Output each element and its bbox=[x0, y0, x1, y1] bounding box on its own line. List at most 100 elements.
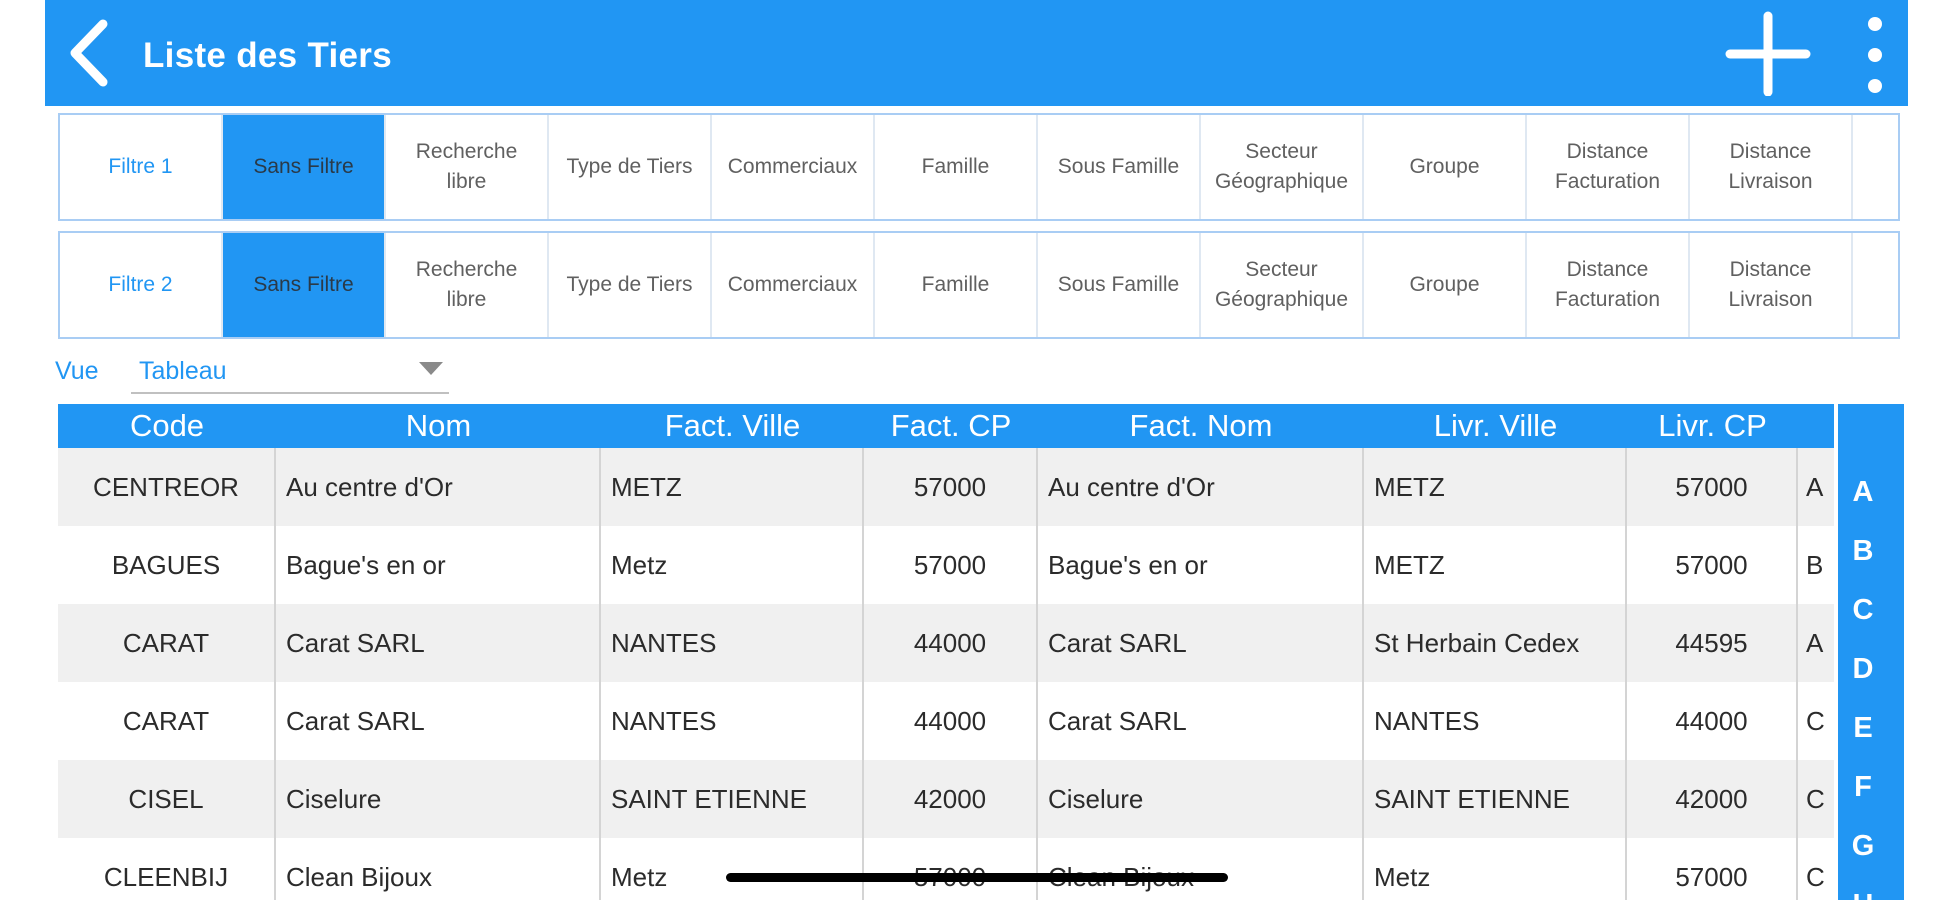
index-letter[interactable]: C bbox=[1838, 594, 1888, 627]
filter-option[interactable]: C Cl bbox=[1853, 233, 1898, 337]
table-cell: Au centre d'Or bbox=[276, 448, 601, 526]
filter-option[interactable]: Secteur Géographique bbox=[1201, 115, 1364, 219]
filter-option[interactable]: Distance Facturation bbox=[1527, 115, 1690, 219]
column-header[interactable]: Fact. Ville bbox=[601, 404, 864, 448]
table-cell: CLEENBIJ bbox=[58, 838, 276, 900]
table-cell: Carat SARL bbox=[276, 682, 601, 760]
index-letter[interactable]: E bbox=[1838, 712, 1888, 745]
index-letter[interactable]: B bbox=[1838, 535, 1888, 568]
filter-option[interactable]: Recherche libre bbox=[386, 233, 549, 337]
column-header[interactable]: Livr. CP bbox=[1627, 404, 1798, 448]
filter-option[interactable]: Type de Tiers bbox=[549, 115, 712, 219]
table-cell: 44000 bbox=[1627, 682, 1798, 760]
table-row[interactable]: CISEL Ciselure SAINT ETIENNE 42000 Ciselure S… bbox=[58, 760, 1834, 838]
table-cell: 57000 bbox=[864, 448, 1038, 526]
add-tier-button[interactable] bbox=[1725, 10, 1811, 97]
table-cell: CARAT bbox=[58, 604, 276, 682]
filter-option[interactable]: Distance Facturation bbox=[1527, 233, 1690, 337]
filter-option[interactable]: Recherche libre bbox=[386, 115, 549, 219]
table-cell: Clean Bijoux bbox=[276, 838, 601, 900]
table-cell: 57000 bbox=[1627, 448, 1798, 526]
table-cell: A bbox=[1806, 471, 1824, 502]
table-cell: C bbox=[1806, 705, 1825, 736]
table-cell: Carat SARL bbox=[1038, 682, 1364, 760]
column-header[interactable]: Nom bbox=[276, 404, 601, 448]
chevron-left-icon bbox=[70, 19, 108, 87]
filter-option[interactable]: Sans Filtre bbox=[223, 233, 386, 337]
table-row[interactable]: CENTREOR Au centre d'Or METZ 57000 Au centre… bbox=[58, 448, 1834, 526]
plus-icon bbox=[1725, 11, 1811, 97]
filter-option[interactable]: Sans Filtre bbox=[223, 115, 386, 219]
filter-row-2: Filtre 2 Sans Filtre Recherche libre Type d… bbox=[58, 231, 1900, 339]
table-cell: BAGUES bbox=[58, 526, 276, 604]
table-cell: 44595 bbox=[1627, 604, 1798, 682]
more-menu-button[interactable] bbox=[1855, 10, 1895, 96]
more-vertical-icon bbox=[1868, 17, 1882, 93]
table-cell: CISEL bbox=[58, 760, 276, 838]
table-cell: Clean Bijoux bbox=[1038, 838, 1364, 900]
index-letter[interactable]: D bbox=[1838, 653, 1888, 686]
view-dropdown[interactable]: Tableau bbox=[131, 350, 449, 394]
filter-label: Filtre 2 bbox=[60, 233, 223, 337]
index-letter[interactable]: A bbox=[1838, 476, 1888, 509]
table-cell: Ciselure bbox=[1038, 760, 1364, 838]
filter-option[interactable]: Type de Tiers bbox=[549, 233, 712, 337]
table-cell: 44000 bbox=[864, 682, 1038, 760]
table-cell: B bbox=[1806, 549, 1824, 580]
table-cell: C bbox=[1806, 861, 1825, 892]
filter-option[interactable]: Sous Famille bbox=[1038, 233, 1201, 337]
table-cell: NANTES bbox=[601, 604, 864, 682]
filter-option[interactable]: Famille bbox=[875, 233, 1038, 337]
home-indicator bbox=[726, 873, 1228, 882]
table-header: Code Nom Fact. Ville Fact. CP Fact. Nom Livr.… bbox=[58, 404, 1834, 448]
table-cell: 42000 bbox=[864, 760, 1038, 838]
view-dropdown-value: Tableau bbox=[139, 357, 227, 385]
table-cell: SAINT ETIENNE bbox=[1364, 760, 1627, 838]
table-cell: St Herbain Cedex bbox=[1364, 604, 1627, 682]
column-header[interactable]: Code bbox=[58, 404, 276, 448]
index-letter[interactable]: G bbox=[1838, 830, 1888, 863]
column-header[interactable]: Fact. Nom bbox=[1038, 404, 1364, 448]
table-cell: METZ bbox=[1364, 526, 1627, 604]
caret-down-icon bbox=[419, 362, 443, 375]
filter-option[interactable]: Distance Livraison bbox=[1690, 115, 1853, 219]
filter-option[interactable]: Famille bbox=[875, 115, 1038, 219]
index-letter[interactable]: H bbox=[1838, 889, 1888, 922]
table-cell: Carat SARL bbox=[1038, 604, 1364, 682]
filter-label: Filtre 1 bbox=[60, 115, 223, 219]
alphabet-index: ABCDEFGH bbox=[1838, 404, 1904, 921]
tiers-table: Code Nom Fact. Ville Fact. CP Fact. Nom Livr.… bbox=[58, 404, 1834, 900]
table-row[interactable]: CARAT Carat SARL NANTES 44000 Carat SARL NANT… bbox=[58, 682, 1834, 760]
table-cell: Ciselure bbox=[276, 760, 601, 838]
table-cell: 44000 bbox=[864, 604, 1038, 682]
table-cell: C bbox=[1806, 783, 1825, 814]
table-cell: METZ bbox=[601, 448, 864, 526]
table-cell: NANTES bbox=[601, 682, 864, 760]
table-cell: 57000 bbox=[1627, 838, 1798, 900]
filter-option[interactable]: C Cl bbox=[1853, 115, 1898, 219]
table-cell: Carat SARL bbox=[276, 604, 601, 682]
app-bar: Liste des Tiers bbox=[45, 0, 1908, 106]
table-cell: 57000 bbox=[864, 526, 1038, 604]
column-header[interactable]: Livr. Ville bbox=[1364, 404, 1627, 448]
table-cell: CARAT bbox=[58, 682, 276, 760]
index-letter[interactable]: F bbox=[1838, 771, 1888, 804]
filter-option[interactable]: Distance Livraison bbox=[1690, 233, 1853, 337]
filter-option[interactable]: Groupe bbox=[1364, 115, 1527, 219]
filter-option[interactable]: Secteur Géographique bbox=[1201, 233, 1364, 337]
table-row[interactable]: CARAT Carat SARL NANTES 44000 Carat SARL St H… bbox=[58, 604, 1834, 682]
page-title: Liste des Tiers bbox=[143, 36, 392, 75]
table-cell: NANTES bbox=[1364, 682, 1627, 760]
table-cell: Metz bbox=[1364, 838, 1627, 900]
table-row[interactable]: BAGUES Bague's en or Metz 57000 Bague's en o… bbox=[58, 526, 1834, 604]
table-row[interactable]: CLEENBIJClean BijouxMetz57000Clean Bijou… bbox=[58, 838, 1834, 900]
column-header[interactable]: Fact. CP bbox=[864, 404, 1038, 448]
view-label: Vue bbox=[55, 357, 99, 385]
back-button[interactable] bbox=[57, 8, 147, 98]
filter-option[interactable]: Commerciaux bbox=[712, 115, 875, 219]
table-cell: Bague's en or bbox=[276, 526, 601, 604]
filter-option[interactable]: Sous Famille bbox=[1038, 115, 1201, 219]
filter-option[interactable]: Commerciaux bbox=[712, 233, 875, 337]
filter-option[interactable]: Groupe bbox=[1364, 233, 1527, 337]
table-cell: A bbox=[1806, 627, 1824, 658]
